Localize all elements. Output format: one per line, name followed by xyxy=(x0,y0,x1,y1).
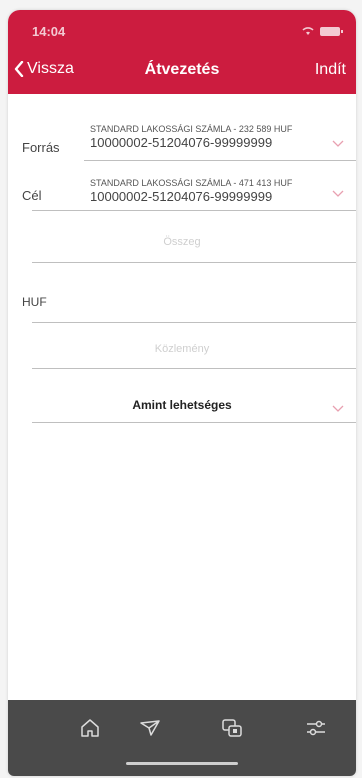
page-title: Átvezetés xyxy=(144,61,220,78)
timing-value: Amint lehetséges xyxy=(132,398,232,412)
target-label: Cél xyxy=(22,188,42,203)
divider xyxy=(32,322,356,323)
status-time: 14:04 xyxy=(32,24,66,39)
amount-input[interactable]: Összeg xyxy=(8,225,356,263)
send-icon[interactable] xyxy=(138,716,162,740)
settings-sliders-icon[interactable] xyxy=(304,716,328,740)
wifi-icon xyxy=(302,27,314,35)
status-icons xyxy=(302,27,343,36)
source-account-selector[interactable]: Forrás STANDARD LAKOSSÁGI SZÁMLA - 232 5… xyxy=(8,118,356,166)
source-account-name: STANDARD LAKOSSÁGI SZÁMLA - 232 589 HUF xyxy=(90,124,293,134)
note-placeholder: Közlemény xyxy=(154,343,210,355)
divider xyxy=(84,160,356,161)
divider xyxy=(32,422,356,423)
note-input[interactable]: Közlemény xyxy=(8,332,356,368)
tab-bar xyxy=(8,700,356,776)
start-button[interactable]: Indít xyxy=(315,61,346,79)
divider xyxy=(32,210,356,211)
source-account-number: 10000002-51204076-99999999 xyxy=(90,135,273,150)
source-label: Forrás xyxy=(22,140,60,155)
currency-field[interactable]: HUF xyxy=(8,288,356,324)
transfer-icon[interactable] xyxy=(220,716,244,740)
nav-bar: Vissza Átvezetés Indít xyxy=(8,54,356,90)
app-header: 14:04 Vissza Átvezetés Indít xyxy=(8,10,356,94)
amount-placeholder: Összeg xyxy=(163,236,201,248)
target-account-name: STANDARD LAKOSSÁGI SZÁMLA - 471 413 HUF xyxy=(90,178,293,188)
phone-screen: 14:04 Vissza Átvezetés Indít Forrás STAN… xyxy=(8,10,356,776)
target-account-number: 10000002-51204076-99999999 xyxy=(90,189,273,204)
home-icon[interactable] xyxy=(78,716,102,740)
chevron-down-icon xyxy=(332,140,344,147)
divider xyxy=(32,262,356,263)
chevron-down-icon xyxy=(332,190,344,197)
chevron-down-icon xyxy=(332,405,344,412)
timing-select[interactable]: Amint lehetséges xyxy=(8,390,356,426)
home-indicator xyxy=(126,762,238,765)
currency-value: HUF xyxy=(22,295,47,309)
battery-icon xyxy=(320,27,343,36)
divider xyxy=(32,368,356,369)
target-account-selector[interactable]: Cél STANDARD LAKOSSÁGI SZÁMLA - 471 413 … xyxy=(8,176,356,224)
